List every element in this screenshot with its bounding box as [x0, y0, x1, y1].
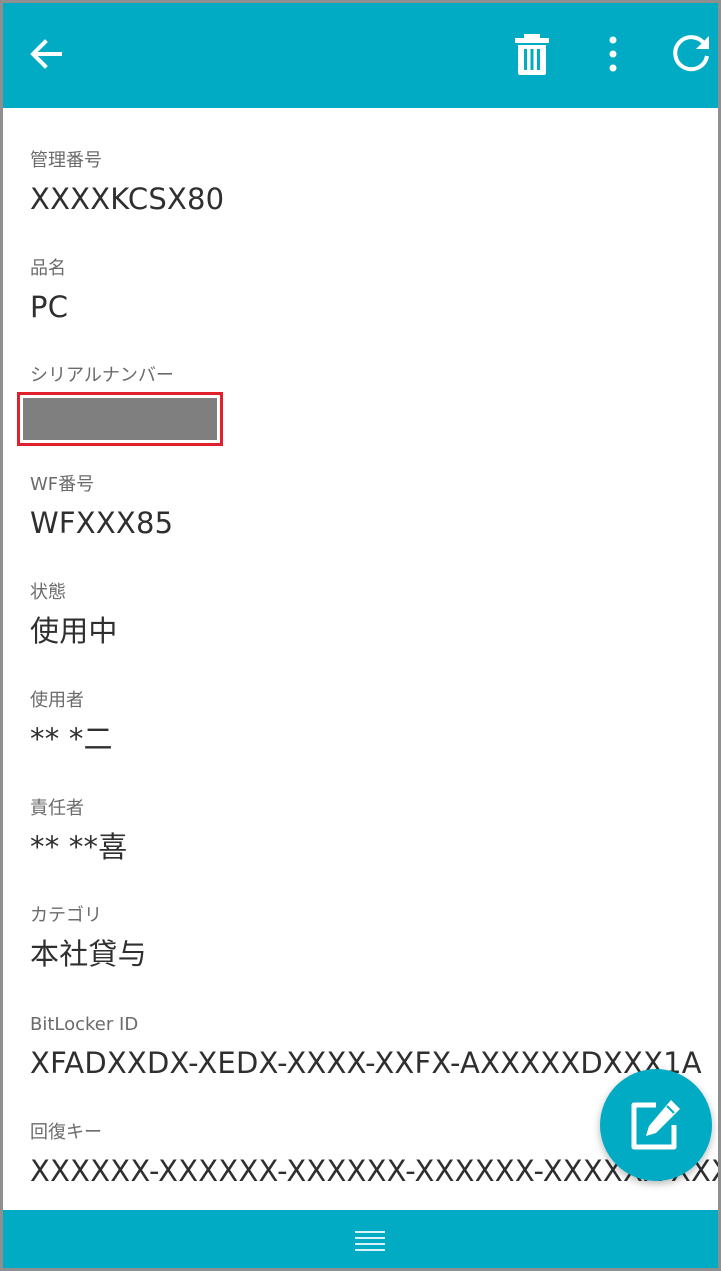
field-management-number: 管理番号 XXXXKCSX80 [30, 150, 718, 217]
field-responsible-person: 責任者 ** **喜 [30, 798, 718, 865]
field-value: 本社貸与 [30, 937, 147, 971]
refresh-icon [673, 35, 709, 72]
screen: 管理番号 XXXXKCSX80 品名 PC シリアルナンバー WF番号 WFXX… [3, 3, 718, 1268]
field-value: XXXXKCSX80 [30, 182, 225, 216]
redaction-block [23, 398, 217, 440]
refresh-button[interactable] [658, 21, 718, 87]
field-value: PC [30, 290, 69, 324]
field-wf-number: WF番号 WFXXX85 [30, 474, 718, 541]
field-value: 使用中 [30, 614, 118, 648]
field-value: ** **喜 [30, 830, 128, 864]
field-label: 品名 [30, 258, 66, 279]
menu-line [355, 1249, 385, 1251]
menu-icon[interactable] [353, 1224, 387, 1258]
field-label: 責任者 [30, 798, 84, 819]
menu-line [355, 1231, 385, 1233]
field-category: カテゴリ 本社貸与 [30, 905, 718, 972]
delete-button[interactable] [499, 21, 565, 87]
field-value: WFXXX85 [30, 506, 174, 540]
field-label: シリアルナンバー [30, 365, 174, 386]
field-product-name: 品名 PC [30, 258, 718, 325]
back-button[interactable] [13, 21, 79, 87]
edit-fab-button[interactable] [600, 1069, 712, 1181]
menu-line [355, 1237, 385, 1239]
field-label: カテゴリ [30, 905, 102, 926]
field-label: BitLocker ID [30, 1014, 139, 1035]
app-bar [3, 3, 718, 108]
field-label: 使用者 [30, 690, 84, 711]
field-value: ** *二 [30, 722, 113, 756]
field-value: XFADXXDX-XEDX-XXXX-XXFX-AXXXXXDXXX1A [30, 1046, 702, 1080]
arrow-left-icon [30, 39, 62, 69]
field-label: 管理番号 [30, 150, 102, 171]
menu-line [355, 1243, 385, 1245]
field-serial-number: シリアルナンバー [30, 365, 718, 387]
field-user: 使用者 ** *二 [30, 690, 718, 757]
field-bitlocker-id: BitLocker ID XFADXXDX-XEDX-XXXX-XXFX-AXX… [30, 1014, 718, 1081]
trash-icon [515, 34, 549, 75]
bottom-bar [3, 1210, 718, 1268]
more-vertical-icon [609, 36, 617, 72]
detail-list: 管理番号 XXXXKCSX80 品名 PC シリアルナンバー WF番号 WFXX… [3, 108, 718, 1210]
edit-icon [631, 1100, 680, 1150]
field-label: WF番号 [30, 474, 95, 495]
more-options-button[interactable] [580, 21, 646, 87]
field-status: 状態 使用中 [30, 582, 718, 649]
redacted-serial-number [17, 392, 223, 446]
field-label: 状態 [30, 582, 66, 603]
